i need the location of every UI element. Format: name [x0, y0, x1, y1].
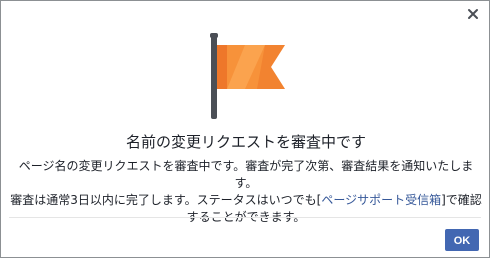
message-line-2-suffix: ]で確認: [441, 193, 482, 207]
dialog-message: ページ名の変更リクエストを審査中です。審査が完了次第、審査結果を通知いたします。…: [9, 158, 483, 226]
dialog-title: 名前の変更リクエストを審査中です: [125, 133, 366, 151]
flag-icon: [205, 33, 289, 119]
message-line-2: 審査は通常3日以内に完了します。ステータスはいつでも[ページサポート受信箱]で確…: [9, 192, 483, 209]
message-line-2-prefix: 審査は通常3日以内に完了します。ステータスはいつでも[: [10, 193, 322, 207]
ok-button[interactable]: OK: [445, 229, 479, 251]
close-button[interactable]: [466, 7, 480, 21]
footer-divider: [9, 217, 481, 218]
message-line-1: ページ名の変更リクエストを審査中です。審査が完了次第、審査結果を通知いたします。: [18, 159, 474, 190]
close-icon: [468, 9, 478, 19]
page-support-inbox-link[interactable]: ページサポート受信箱: [321, 193, 441, 207]
review-dialog: 名前の変更リクエストを審査中です ページ名の変更リクエストを審査中です。審査が完…: [0, 0, 490, 258]
